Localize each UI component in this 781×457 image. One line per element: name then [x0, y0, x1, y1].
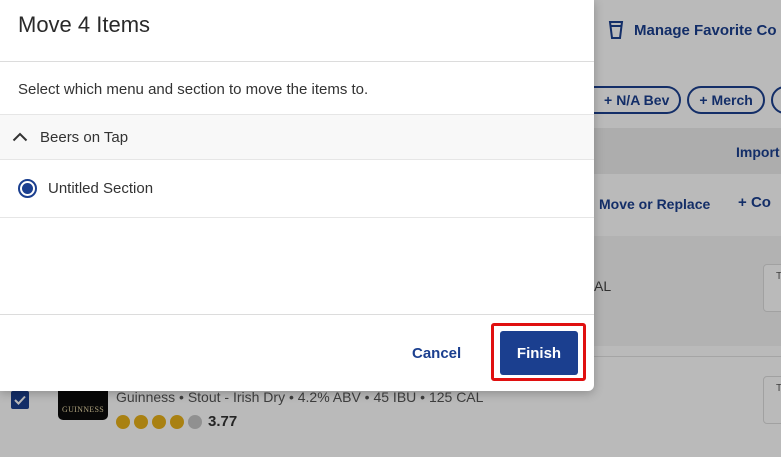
modal-description: Select which menu and section to move th… — [18, 81, 369, 98]
chevron-up-icon — [12, 132, 28, 142]
modal-footer: Cancel Finish — [0, 314, 594, 391]
move-items-modal: Move 4 Items Select which menu and secti… — [0, 0, 594, 391]
modal-header: Move 4 Items — [0, 0, 594, 62]
section-radio[interactable] — [18, 179, 37, 198]
radio-selected-dot — [22, 183, 33, 194]
section-label: Untitled Section — [48, 180, 154, 197]
cancel-button[interactable]: Cancel — [400, 337, 473, 370]
finish-button[interactable]: Finish — [500, 331, 578, 375]
menu-label: Beers on Tap — [40, 128, 129, 146]
modal-title: Move 4 Items — [18, 12, 151, 37]
menu-beers-on-tap[interactable]: Beers on Tap — [0, 114, 594, 160]
section-option-untitled[interactable]: Untitled Section — [0, 160, 594, 218]
